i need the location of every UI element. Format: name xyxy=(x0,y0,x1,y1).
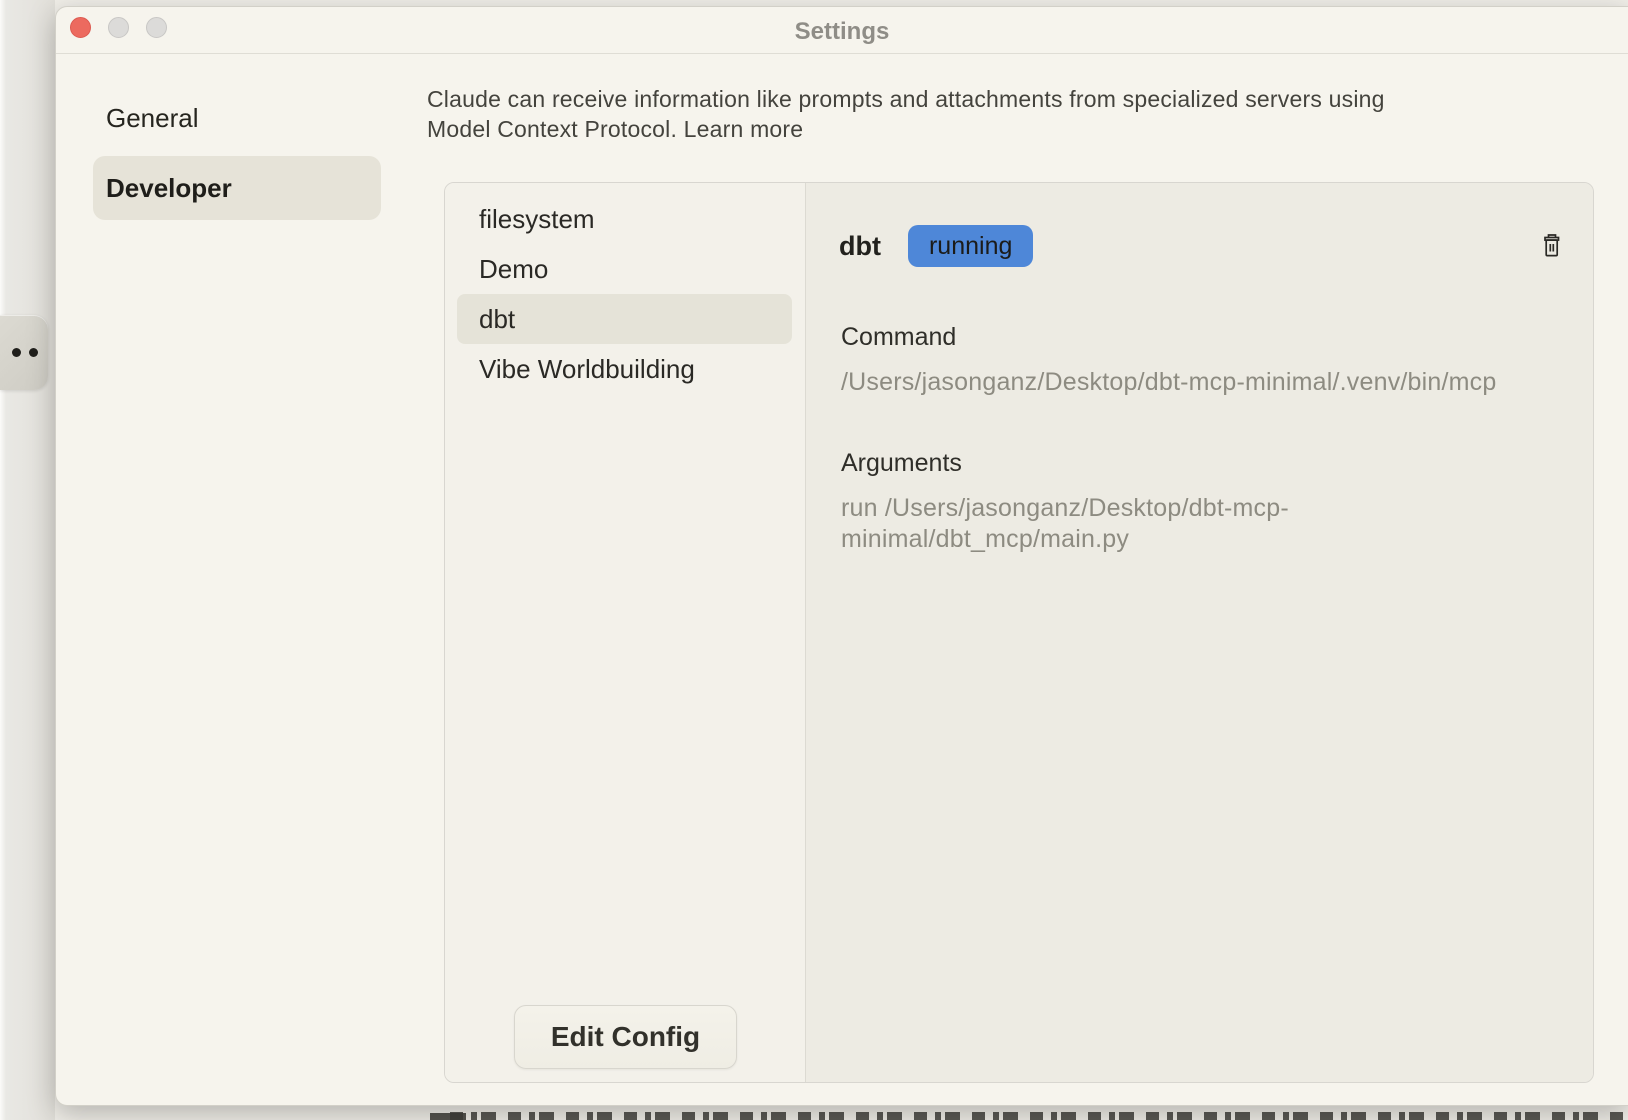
command-label: Command xyxy=(841,323,956,352)
sidebar-item-developer[interactable]: Developer xyxy=(93,156,381,220)
mcp-servers-panel: filesystem Demo dbt Vibe Worldbuilding E… xyxy=(444,182,1594,1083)
mcp-description: Claude can receive information like prom… xyxy=(427,84,1385,144)
window-title: Settings xyxy=(56,18,1628,46)
desktop-screen: Settings General Developer Claude can re… xyxy=(0,0,1628,1120)
server-detail-header: dbt running xyxy=(839,223,1033,269)
description-line: Model Context Protocol. Learn more xyxy=(427,114,1385,144)
description-line: Claude can receive information like prom… xyxy=(427,84,1385,114)
clipped-background-text xyxy=(450,1112,1628,1120)
sidebar-item-general[interactable]: General xyxy=(106,103,199,134)
server-detail-name: dbt xyxy=(839,231,881,262)
arguments-label: Arguments xyxy=(841,449,962,478)
trash-icon xyxy=(1541,233,1563,259)
sidebar-item-label: Developer xyxy=(106,173,232,204)
background-window-strip xyxy=(0,0,55,1120)
edge-drag-handle[interactable] xyxy=(0,315,48,390)
learn-more-link[interactable]: Learn more xyxy=(684,116,804,142)
server-item-vibe-worldbuilding[interactable]: Vibe Worldbuilding xyxy=(445,344,805,394)
drag-handle-dot-icon xyxy=(12,348,21,357)
server-item-filesystem[interactable]: filesystem xyxy=(445,194,805,244)
edit-config-button[interactable]: Edit Config xyxy=(514,1005,737,1069)
drag-handle-dot-icon xyxy=(29,348,38,357)
settings-window: Settings General Developer Claude can re… xyxy=(55,6,1628,1106)
server-item-demo[interactable]: Demo xyxy=(445,244,805,294)
arguments-value-line: run /Users/jasonganz/Desktop/dbt-mcp- xyxy=(841,493,1289,524)
arguments-value: run /Users/jasonganz/Desktop/dbt-mcp- mi… xyxy=(841,493,1289,555)
delete-server-button[interactable] xyxy=(1541,233,1563,259)
server-detail-pane: dbt running Command /Users/jasonganz/Des… xyxy=(805,183,1593,1082)
arguments-value-line: minimal/dbt_mcp/main.py xyxy=(841,524,1289,555)
server-list: filesystem Demo dbt Vibe Worldbuilding xyxy=(445,183,805,394)
status-badge: running xyxy=(908,225,1033,267)
server-list-column: filesystem Demo dbt Vibe Worldbuilding E… xyxy=(445,183,805,1082)
command-value: /Users/jasonganz/Desktop/dbt-mcp-minimal… xyxy=(841,367,1497,398)
server-item-dbt[interactable]: dbt xyxy=(457,294,792,344)
titlebar[interactable]: Settings xyxy=(56,7,1628,54)
